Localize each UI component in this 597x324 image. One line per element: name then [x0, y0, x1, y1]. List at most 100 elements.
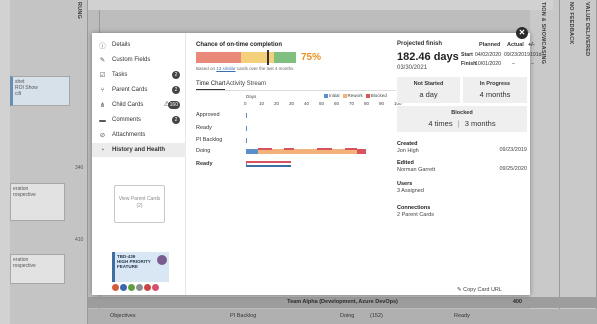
stat-value: 4 months [479, 90, 511, 99]
summary-panel: Projected finish 182.46 days 03/30/2021 … [397, 33, 542, 295]
nav-custom-fields[interactable]: ✎ Custom Fields [92, 53, 186, 67]
legend-label: Rework [347, 93, 363, 98]
x-tick-label: 0 [244, 101, 247, 106]
nav-label: Attachments [112, 132, 146, 138]
edited-date: 09/25/2020 [499, 166, 527, 172]
on-time-percent: 75% [301, 52, 322, 63]
nav-label: Custom Fields [112, 57, 151, 63]
projected-days: 182.46 days [397, 51, 459, 63]
x-tick-label: 20 [274, 101, 280, 106]
tab-activity-stream[interactable]: Activity Stream [226, 81, 266, 89]
nav-comments[interactable]: ▬ Comments 2 [92, 113, 186, 127]
connections-value[interactable]: 2 Parent Cards [397, 212, 527, 218]
modal-sidebar: ⓘ Details ✎ Custom Fields ☑ Tasks 2 ⑂ Pa… [92, 33, 186, 295]
chart-bar-blocked [258, 148, 272, 150]
chart-bar-initial [246, 126, 247, 131]
chart-bar-rework [258, 149, 357, 154]
start-diff: 191d [530, 52, 542, 58]
users-info: Users 3 Assigned [397, 181, 527, 194]
column-name: Objectives [110, 313, 136, 319]
legend-item-blocked: Blocked [365, 93, 387, 98]
tab-time-chart[interactable]: Time Chart [196, 81, 226, 90]
row-label: Doing [196, 148, 211, 154]
created-date: 09/23/2019 [499, 147, 527, 153]
legend: Initial Rework Blocked [324, 93, 387, 98]
wip-count: 340 [75, 165, 84, 171]
card-detail-modal: ⓘ Details ✎ Custom Fields ☑ Tasks 2 ⑂ Pa… [92, 33, 542, 295]
board-card[interactable]: shet ROI Show cilt [10, 76, 70, 106]
nav-details[interactable]: ⓘ Details [92, 38, 186, 52]
col-diff: +/- [528, 42, 535, 48]
blocked-count: 4 times [428, 119, 453, 128]
board-card[interactable]: eration rospective [10, 183, 65, 221]
x-axis-label: Days [246, 94, 257, 99]
row-label: Approved [196, 112, 220, 118]
column-header-label: VALUE DELIVERED [584, 2, 590, 57]
chart-bar-blocked [246, 161, 291, 163]
nav-history-and-health[interactable]: ◔ History and Health [92, 143, 186, 157]
copy-card-url-link[interactable]: ✎ Copy Card URL [457, 287, 502, 293]
card-preview[interactable]: TBD-439 HIGH PRIORITY FEATURE [112, 252, 169, 282]
board-column [560, 0, 597, 324]
row-label-start: Start [461, 52, 473, 58]
edited-info: Edited Norman Garrett 09/25/2020 [397, 160, 527, 173]
copy-icon: ✎ [457, 287, 462, 293]
stat-title: Not Started [413, 81, 444, 87]
chart-bar-initial [246, 138, 247, 143]
chart-bar-blocked [316, 148, 332, 150]
row-label: Ready [196, 125, 212, 131]
view-parent-count: (2) [136, 203, 143, 209]
start-planned: 04/02/2020 [475, 52, 501, 58]
custom-fields-icon: ✎ [99, 57, 106, 64]
tasks-icon: ☑ [99, 72, 106, 79]
legend-label: Initial [329, 93, 340, 98]
time-chart: Days 0 10 20 30 40 50 60 70 80 90 100 Initial Rewo… [196, 93, 402, 223]
info-icon: ⓘ [99, 43, 106, 50]
column-name: PI Backlog [230, 313, 257, 319]
projected-date: 03/30/2021 [397, 65, 428, 71]
nav-attachments[interactable]: ⊘ Attachments [92, 128, 186, 142]
count-badge: 2 [172, 86, 180, 94]
close-icon[interactable]: ✕ [516, 27, 528, 39]
x-tick-label: 70 [349, 101, 355, 106]
x-tick-label: 10 [259, 101, 265, 106]
column-name: Ready [454, 313, 470, 319]
stat-value: a day [419, 90, 438, 99]
nav-label: Child Cards [112, 102, 144, 108]
finish-actual: – [512, 61, 515, 67]
similar-cards-link[interactable]: 13 similar [216, 66, 235, 71]
col-actual: Actual [507, 42, 524, 48]
meta-label: Users [397, 181, 413, 187]
view-parent-cards-button[interactable]: View Parent Cards (2) [114, 185, 165, 223]
chart-bar-blocked [357, 149, 366, 154]
avatar [157, 255, 167, 265]
chart-bar-initial [246, 149, 258, 154]
not-started-stat: Not Started a day [397, 77, 460, 103]
legend-item-rework: Rework [342, 93, 363, 98]
legend-swatch [342, 93, 347, 98]
on-time-progress [196, 50, 296, 65]
status-dot-icon [128, 284, 135, 291]
child-cards-icon: ⋔ [99, 102, 106, 109]
row-label-finish: Finish [461, 61, 477, 67]
x-tick-label: 40 [304, 101, 310, 106]
column-name: Doing [340, 313, 355, 319]
legend-swatch [324, 93, 328, 98]
nav-parent-cards[interactable]: ⑂ Parent Cards 2 [92, 83, 186, 97]
nav-label: Tasks [112, 72, 128, 78]
nav-child-cards[interactable]: ⋔ Child Cards ⚠ 160 [92, 98, 186, 112]
lane-count: 400 [512, 299, 522, 305]
progress-green-segment [274, 52, 296, 63]
history-tabs: Time Chart Activity Stream [196, 81, 396, 91]
nav-tasks[interactable]: ☑ Tasks 2 [92, 68, 186, 82]
users-value: 3 Assigned [397, 188, 424, 194]
legend-label: Blocked [370, 93, 387, 98]
note-prefix: Based on [196, 66, 216, 71]
progress-red-segment [196, 52, 241, 63]
card-line: cilt [15, 91, 22, 97]
board-left-strip [0, 0, 10, 324]
count-badge: 2 [172, 71, 180, 79]
status-dot-icon [152, 284, 159, 291]
board-card[interactable]: eration rospective [10, 254, 65, 284]
connections-info: Connections 2 Parent Cards [397, 205, 527, 218]
